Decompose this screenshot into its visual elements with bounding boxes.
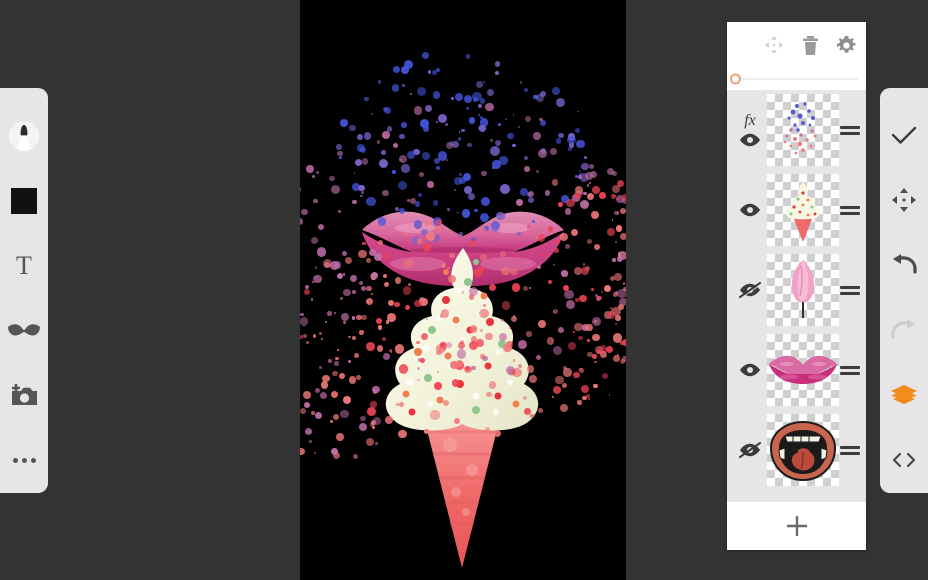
layer-controls (733, 282, 767, 298)
color-square-icon (11, 188, 37, 215)
drag-handle[interactable] (840, 125, 860, 135)
eye-visible-icon[interactable] (739, 363, 761, 377)
lips-thumb-art (769, 355, 837, 384)
transform-button[interactable] (880, 167, 928, 232)
check-icon (891, 126, 917, 144)
layer-open-mouth[interactable] (727, 410, 866, 490)
lips-thumb[interactable] (767, 334, 839, 406)
layer-controls (733, 442, 767, 458)
layers-panel-header (727, 22, 866, 68)
redo-icon (891, 319, 915, 339)
open-mouth-thumb-art (769, 420, 837, 482)
layers-button[interactable] (880, 363, 928, 428)
eye-hidden-icon[interactable] (739, 442, 761, 458)
gear-icon (836, 35, 856, 53)
confetti-thumb-art (783, 102, 817, 155)
sticker-tool[interactable] (0, 298, 48, 363)
move-icon (892, 187, 916, 212)
layer-settings-button[interactable] (836, 35, 856, 55)
eye-visible-icon[interactable] (739, 133, 761, 147)
cotton-candy-thumb-art (791, 260, 815, 318)
brush-icon (9, 121, 39, 152)
artwork-canvas[interactable] (300, 0, 626, 580)
brush-tool[interactable] (0, 104, 48, 169)
drag-handle[interactable] (840, 365, 860, 375)
confetti-artwork (300, 0, 626, 580)
left-toolbar: T (0, 88, 48, 493)
camera-plus-icon (12, 383, 37, 405)
drag-handle[interactable] (840, 445, 860, 455)
text-tool[interactable]: T (0, 234, 48, 299)
layer-list: fx (727, 90, 866, 502)
confetti-thumb[interactable] (767, 94, 839, 166)
add-layer-button[interactable] (727, 502, 866, 550)
undo-icon (893, 253, 917, 274)
drag-handle[interactable] (840, 205, 860, 215)
cotton-candy-thumb[interactable] (767, 254, 839, 326)
redo-button[interactable] (880, 298, 928, 363)
text-icon: T (16, 251, 32, 281)
more-tools[interactable] (0, 428, 48, 493)
layers-panel: fx (727, 22, 866, 550)
open-mouth-thumb[interactable] (767, 414, 839, 486)
code-brackets-icon (892, 453, 916, 468)
eye-hidden-icon[interactable] (739, 282, 761, 298)
layer-controls (733, 363, 767, 377)
layer-controls: fx (733, 113, 767, 147)
color-swatch[interactable] (0, 169, 48, 234)
code-button[interactable] (880, 428, 928, 493)
layer-cotton-candy[interactable] (727, 250, 866, 330)
move-icon (765, 36, 783, 54)
layer-controls (733, 203, 767, 217)
slider-handle[interactable] (730, 73, 741, 85)
ice-cream-thumb[interactable] (767, 174, 839, 246)
plus-icon (786, 516, 807, 536)
opacity-slider[interactable] (727, 68, 866, 90)
undo-button[interactable] (880, 232, 928, 297)
eye-visible-icon[interactable] (739, 203, 761, 217)
add-photo-tool[interactable] (0, 363, 48, 428)
layers-icon (891, 385, 917, 405)
slider-track[interactable] (730, 73, 858, 85)
moustache-icon (8, 324, 40, 336)
right-toolbar (880, 88, 928, 493)
ellipsis-icon (12, 458, 36, 464)
move-layer-button[interactable] (764, 35, 784, 55)
layer-ice-cream[interactable] (727, 170, 866, 250)
layer-lips[interactable] (727, 330, 866, 410)
drag-handle[interactable] (840, 285, 860, 295)
confirm-button[interactable] (880, 102, 928, 167)
layer-confetti[interactable]: fx (727, 90, 866, 170)
fx-icon[interactable]: fx (744, 113, 756, 129)
trash-icon (802, 35, 818, 55)
ice-cream-thumb-art (785, 182, 821, 242)
delete-layer-button[interactable] (800, 35, 820, 55)
